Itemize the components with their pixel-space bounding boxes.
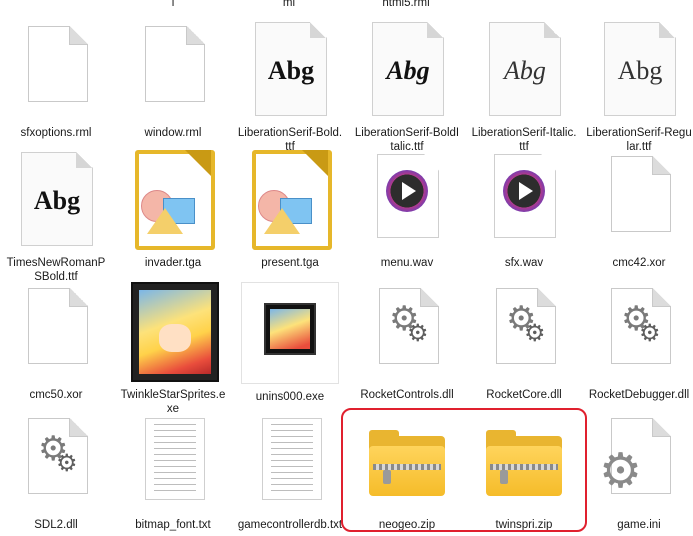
file-item[interactable]: ⚙ game.ini [583,412,693,532]
file-name: cmc42.xor [612,257,666,269]
file-name: cmc50.xor [29,389,83,401]
file-name: invader.tga [144,257,202,269]
file-item[interactable]: menu.wav [351,150,463,270]
font-file-icon: Abg [8,150,104,250]
file-name: present.tga [261,257,319,269]
highlight-box [341,408,587,532]
font-file-icon: Abg [242,20,338,120]
file-name: RocketCore.dll [486,389,562,401]
file-name: window.rml [144,127,202,139]
text-file-icon [242,412,338,512]
font-preview: Abg [386,56,430,85]
text-file-icon [125,412,221,512]
image-file-icon [242,150,338,250]
dll-gear-icon: ⚙ ⚙ [359,282,455,382]
dll-gear-icon: ⚙ ⚙ [476,282,572,382]
image-file-icon [125,150,221,250]
file-name: TimesNewRomanPSBold.ttf [6,257,106,283]
media-play-icon [476,150,572,250]
file-item[interactable]: Abg LiberationSerif-Italic.ttf [468,20,580,154]
file-item[interactable]: unins000.exe [234,282,346,404]
media-play-icon [359,150,455,250]
top-row-fragment-3[interactable]: html5.rml [351,0,461,9]
font-file-icon: Abg [359,20,455,120]
font-file-icon: Abg [591,20,687,120]
file-name: RocketDebugger.dll [588,389,690,401]
file-item[interactable]: sfxoptions.rml [0,20,112,140]
file-name: RocketControls.dll [360,389,454,401]
file-name: unins000.exe [255,391,325,403]
file-name: SDL2.dll [34,519,78,531]
file-item[interactable]: bitmap_font.txt [117,412,229,532]
font-preview: Abg [33,186,81,215]
document-icon [125,20,221,120]
file-item[interactable]: ⚙ ⚙ RocketControls.dll [351,282,463,402]
file-item[interactable]: Abg LiberationSerif-Regular.ttf [583,20,693,154]
font-preview: Abg [617,56,663,85]
file-item[interactable]: cmc50.xor [0,282,112,402]
file-name: gamecontrollerdb.txt [237,519,343,531]
file-item[interactable]: Abg LiberationSerif-BoldItalic.ttf [351,20,463,154]
game-sprite-icon [125,282,221,382]
file-item[interactable]: Abg LiberationSerif-Bold.ttf [234,20,346,154]
font-file-icon: Abg [476,20,572,120]
file-item[interactable]: window.rml [117,20,229,140]
file-item[interactable]: gamecontrollerdb.txt [234,412,346,532]
file-item[interactable]: ⚙ ⚙ SDL2.dll [0,412,112,532]
file-item[interactable]: Abg TimesNewRomanPSBold.ttf [0,150,112,284]
top-row-fragment-2[interactable]: ml [234,0,344,9]
document-icon [591,150,687,250]
font-preview: Abg [267,56,315,85]
top-row-fragment-1[interactable]: l [118,0,228,9]
ini-settings-icon: ⚙ [591,412,687,512]
file-name: sfxoptions.rml [20,127,92,139]
file-name: game.ini [617,519,661,531]
file-item[interactable]: invader.tga [117,150,229,270]
file-item[interactable]: TwinkleStarSprites.exe [117,282,229,416]
font-preview: Abg [504,56,546,85]
file-name: bitmap_font.txt [135,519,211,531]
dll-gear-icon: ⚙ ⚙ [591,282,687,382]
uninstaller-icon [241,282,339,384]
file-name: sfx.wav [504,257,544,269]
file-item[interactable]: sfx.wav [468,150,580,270]
file-item[interactable]: ⚙ ⚙ RocketCore.dll [468,282,580,402]
file-item[interactable]: present.tga [234,150,346,270]
dll-gear-icon: ⚙ ⚙ [8,412,104,512]
file-name: menu.wav [380,257,434,269]
file-item[interactable]: ⚙ ⚙ RocketDebugger.dll [583,282,693,402]
document-icon [8,20,104,120]
document-icon [8,282,104,382]
file-item[interactable]: cmc42.xor [583,150,693,270]
